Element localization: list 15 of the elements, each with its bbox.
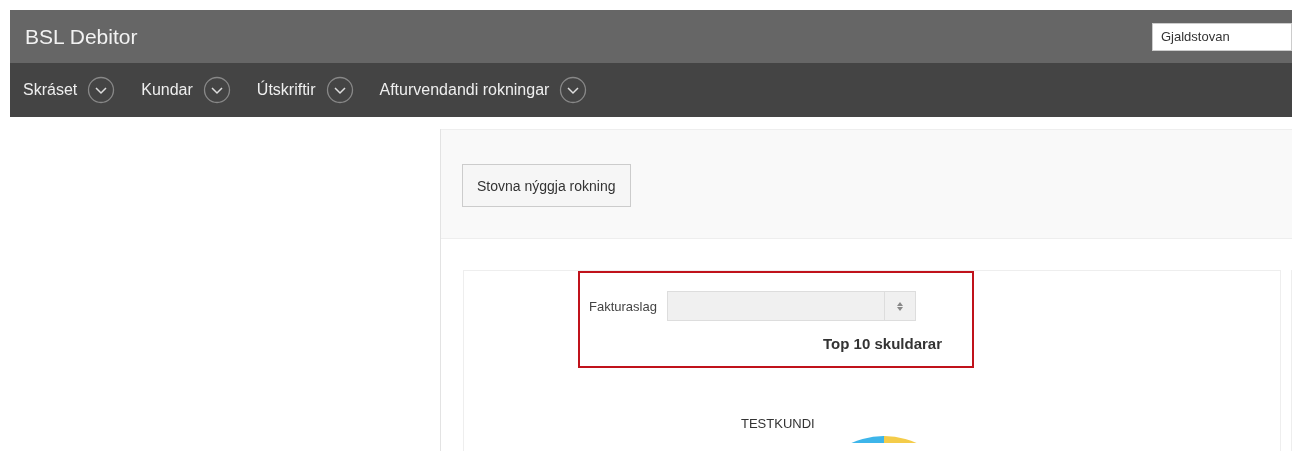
- chevron-down-icon[interactable]: [87, 76, 116, 104]
- menu-item[interactable]: Kundar: [141, 81, 193, 99]
- menu-item[interactable]: Skráset: [23, 81, 78, 99]
- menu-item[interactable]: Afturvendandi rokningar: [379, 81, 550, 99]
- new-invoice-button[interactable]: Stovna nýggja rokning: [462, 164, 631, 207]
- chevron-down-icon[interactable]: [559, 76, 588, 104]
- filter-label: Fakturaslag: [589, 298, 657, 314]
- app-title: BSL Debitor: [25, 24, 138, 49]
- menu-item[interactable]: Útskriftir: [256, 81, 316, 99]
- chart-title: Top 10 skuldarar: [823, 335, 942, 352]
- pie-label: TESTKUNDI: [741, 416, 815, 431]
- company-select[interactable]: Gjaldstovan: [1152, 22, 1292, 51]
- chevron-down-icon[interactable]: [202, 76, 231, 104]
- sort-arrows-icon: [896, 301, 903, 311]
- chevron-down-icon[interactable]: [325, 76, 354, 104]
